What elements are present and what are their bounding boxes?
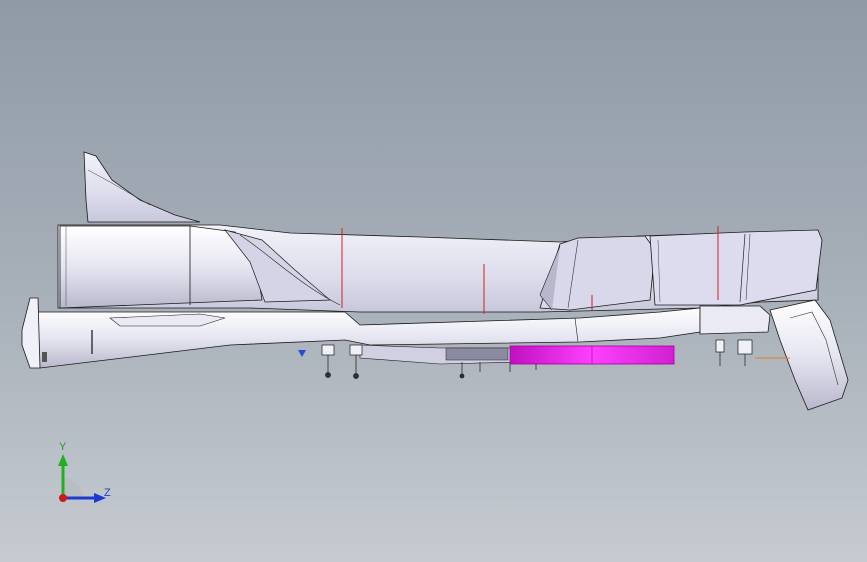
rear-duct[interactable] <box>769 299 849 411</box>
end-plate-bolt <box>42 352 47 362</box>
y-axis-label: Y <box>59 441 67 453</box>
cad-model-view[interactable] <box>0 0 867 562</box>
front-end-plate[interactable] <box>21 297 41 369</box>
front-fin[interactable] <box>83 151 201 223</box>
cad-viewport[interactable]: Y Z <box>0 0 867 562</box>
z-axis-label: Z <box>104 487 111 499</box>
rear-box[interactable] <box>649 229 823 306</box>
underbody-grille <box>445 347 509 361</box>
blue-marker <box>298 350 306 357</box>
rear-bracket[interactable] <box>699 305 771 335</box>
